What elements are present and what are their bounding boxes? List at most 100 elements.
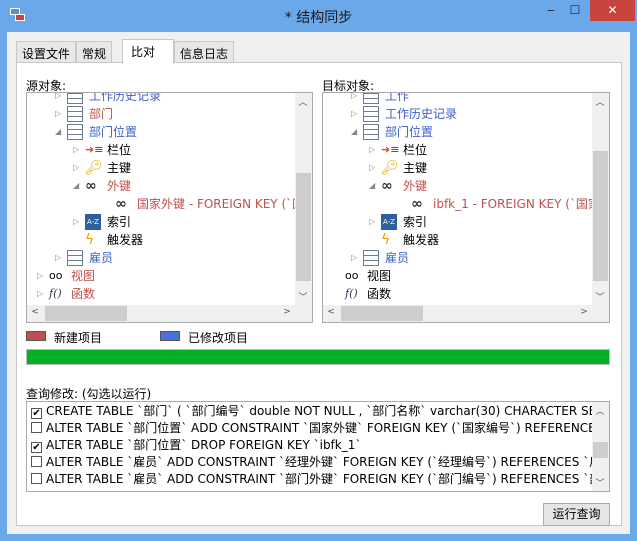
tab-settings-file[interactable]: 设置文件	[16, 41, 77, 63]
expand-arrow-icon[interactable]: ▷	[55, 249, 65, 267]
tree-item-label: 工作历史记录	[89, 92, 162, 103]
tree-item-label: 雇员	[385, 251, 410, 265]
expand-arrow-icon[interactable]: ▷	[369, 213, 379, 231]
query-checkbox[interactable]	[31, 456, 42, 467]
tree-item-label: 外键	[107, 179, 132, 193]
expand-arrow-icon[interactable]: ▷	[73, 141, 83, 159]
tree-item[interactable]: ▷ ➜≡ 栏位	[27, 141, 312, 159]
expand-arrow-icon[interactable]: ▷	[351, 249, 361, 267]
tree-item-label: 视图	[367, 269, 392, 283]
tree-item-label: 栏位	[403, 143, 428, 157]
tree-item[interactable]: ◢ 部门位置	[27, 123, 312, 141]
tree-item-label: ibfk_1 - FOREIGN KEY (`国家编号`)	[433, 197, 609, 211]
tree-item-label: 雇员	[89, 251, 114, 265]
query-text: CREATE TABLE `部门` ( `部门编号` double NOT NU…	[46, 404, 604, 418]
query-row[interactable]: ✔ CREATE TABLE `部门` ( `部门编号` double NOT N…	[31, 403, 604, 420]
expand-arrow-icon[interactable]: ▷	[55, 105, 65, 123]
expand-arrow-icon[interactable]: ▷	[351, 93, 361, 105]
expand-arrow-icon[interactable]: ▷	[369, 159, 379, 177]
tree-item-label: 触发器	[403, 233, 440, 247]
expand-arrow-icon[interactable]: ▷	[37, 285, 47, 303]
collapse-arrow-icon[interactable]: ◢	[73, 177, 83, 195]
tree-item[interactable]: ϟ 触发器	[323, 231, 609, 249]
tree-item[interactable]: ▷ 🔑︎ 主键	[27, 159, 312, 177]
tree-item[interactable]: ▷ 雇员	[27, 249, 312, 267]
tree-item[interactable]: ▷ oo 视图	[27, 267, 312, 285]
tree-item[interactable]: ▷ 部门	[27, 105, 312, 123]
query-checkbox[interactable]: ✔	[31, 408, 42, 419]
tree-item[interactable]: ◢ ∞ 外键	[27, 177, 312, 195]
tree-item[interactable]: ∞ibfk_1 - FOREIGN KEY (`国家编号`)	[323, 195, 609, 213]
tab-general[interactable]: 常规	[76, 41, 113, 63]
tree-item-label: 视图	[71, 269, 96, 283]
tree-item-label: 索引	[403, 215, 428, 229]
tree-item-label: 函数	[71, 287, 96, 301]
title-bar: * 结构同步 ‒ ☐ ✕	[0, 0, 637, 32]
tree-item[interactable]: ▷ A-Z 索引	[27, 213, 312, 231]
query-text: ALTER TABLE `雇员` ADD CONSTRAINT `部门外键` F…	[46, 472, 610, 486]
collapse-arrow-icon[interactable]: ◢	[351, 123, 361, 141]
maximize-button[interactable]: ☐	[562, 0, 588, 21]
tree-item-label: 部门位置	[385, 125, 434, 139]
query-vertical-scrollbar[interactable]: ︿ ﹀	[592, 402, 609, 491]
tree-item[interactable]: ▷ f() 函数	[27, 285, 312, 303]
collapse-arrow-icon[interactable]: ◢	[55, 123, 65, 141]
close-button[interactable]: ✕	[590, 0, 635, 21]
tree-item[interactable]: ϟ 触发器	[27, 231, 312, 249]
source-horizontal-scrollbar[interactable]: < >	[27, 305, 312, 322]
source-vertical-scrollbar[interactable]: ︿ ﹀	[295, 93, 312, 305]
target-tree[interactable]: ▷ 工作 ▷ 工作历史记录 ◢ 部门位置 ▷ ➜≡ 栏位 ▷ 🔑︎ 主键 ◢ ∞ 外键 ∞ ibfk_1 - F…	[322, 92, 610, 323]
tree-item[interactable]: ▷ 雇员	[323, 249, 609, 267]
new-item-label: 新建项目	[54, 331, 103, 345]
target-horizontal-scrollbar[interactable]: < >	[323, 305, 609, 322]
tree-item-label: 国家外键 - FOREIGN KEY (`国家编号`)	[137, 197, 312, 211]
tree-item-label: 触发器	[107, 233, 144, 247]
tree-item[interactable]: ◢ ∞ 外键	[323, 177, 609, 195]
tree-item[interactable]: ▷ 工作	[323, 92, 609, 105]
query-list[interactable]: ✔ CREATE TABLE `部门` ( `部门编号` double NOT N…	[26, 401, 610, 492]
target-vertical-scrollbar[interactable]: ︿ ﹀	[592, 93, 609, 305]
tree-item[interactable]: oo 视图	[323, 267, 609, 285]
expand-arrow-icon[interactable]: ▷	[73, 213, 83, 231]
tree-item[interactable]: ▷ 🔑︎ 主键	[323, 159, 609, 177]
tree-item-label: 索引	[107, 215, 132, 229]
tree-item[interactable]: ◢ 部门位置	[323, 123, 609, 141]
tree-item[interactable]: ∞国家外键 - FOREIGN KEY (`国家编号`)	[27, 195, 312, 213]
tree-item-label: 函数	[367, 287, 392, 301]
query-row[interactable]: ALTER TABLE `部门位置` ADD CONSTRAINT `国家外键`…	[31, 420, 610, 437]
expand-arrow-icon[interactable]: ▷	[369, 141, 379, 159]
expand-arrow-icon[interactable]: ▷	[73, 159, 83, 177]
run-query-button[interactable]: 运行查询	[543, 503, 610, 526]
query-checkbox[interactable]	[31, 473, 42, 484]
modified-item-swatch	[160, 331, 180, 341]
tab-compare[interactable]: 比对	[122, 39, 174, 64]
expand-arrow-icon[interactable]: ▷	[37, 267, 47, 285]
query-text: ALTER TABLE `雇员` ADD CONSTRAINT `经理外键` F…	[46, 455, 610, 469]
query-row[interactable]: ALTER TABLE `雇员` ADD CONSTRAINT `部门外键` F…	[31, 471, 610, 488]
source-tree[interactable]: ▷ 工作历史记录 ▷ 部门 ◢ 部门位置 ▷ ➜≡ 栏位 ▷ 🔑︎ 主键 ◢ ∞ 外键 ∞ 国家外键 - FOR…	[26, 92, 313, 323]
tree-item-label: 栏位	[107, 143, 132, 157]
query-row[interactable]: ALTER TABLE `雇员` ADD CONSTRAINT `经理外键` F…	[31, 454, 610, 471]
modified-item-label: 已修改项目	[188, 331, 249, 345]
expand-arrow-icon[interactable]: ▷	[55, 93, 65, 105]
collapse-arrow-icon[interactable]: ◢	[369, 177, 379, 195]
tree-item-label: 工作历史记录	[385, 107, 458, 121]
tree-item[interactable]: ▷ ➜≡ 栏位	[323, 141, 609, 159]
tab-message-log[interactable]: 信息日志	[174, 41, 235, 63]
query-text: ALTER TABLE `部门位置` DROP FOREIGN KEY `ibf…	[46, 438, 362, 452]
tree-item-label: 部门位置	[89, 125, 138, 139]
query-label: 查询修改: (勾选以运行)	[26, 387, 152, 401]
query-text: ALTER TABLE `部门位置` ADD CONSTRAINT `国家外键`…	[46, 421, 610, 435]
tree-item[interactable]: ▷ 工作历史记录	[323, 105, 609, 123]
tree-item[interactable]: ▷ 工作历史记录	[27, 92, 312, 105]
tree-item[interactable]: f() 函数	[323, 285, 609, 303]
new-item-swatch	[26, 331, 46, 341]
query-checkbox[interactable]: ✔	[31, 442, 42, 453]
progress-bar	[26, 349, 610, 365]
query-checkbox[interactable]	[31, 422, 42, 433]
expand-arrow-icon[interactable]: ▷	[351, 105, 361, 123]
tree-item-label: 工作	[385, 92, 410, 103]
query-row[interactable]: ✔ ALTER TABLE `部门位置` DROP FOREIGN KEY `ib…	[31, 437, 361, 454]
minimize-button[interactable]: ‒	[540, 0, 562, 21]
tree-item[interactable]: ▷ A-Z 索引	[323, 213, 609, 231]
